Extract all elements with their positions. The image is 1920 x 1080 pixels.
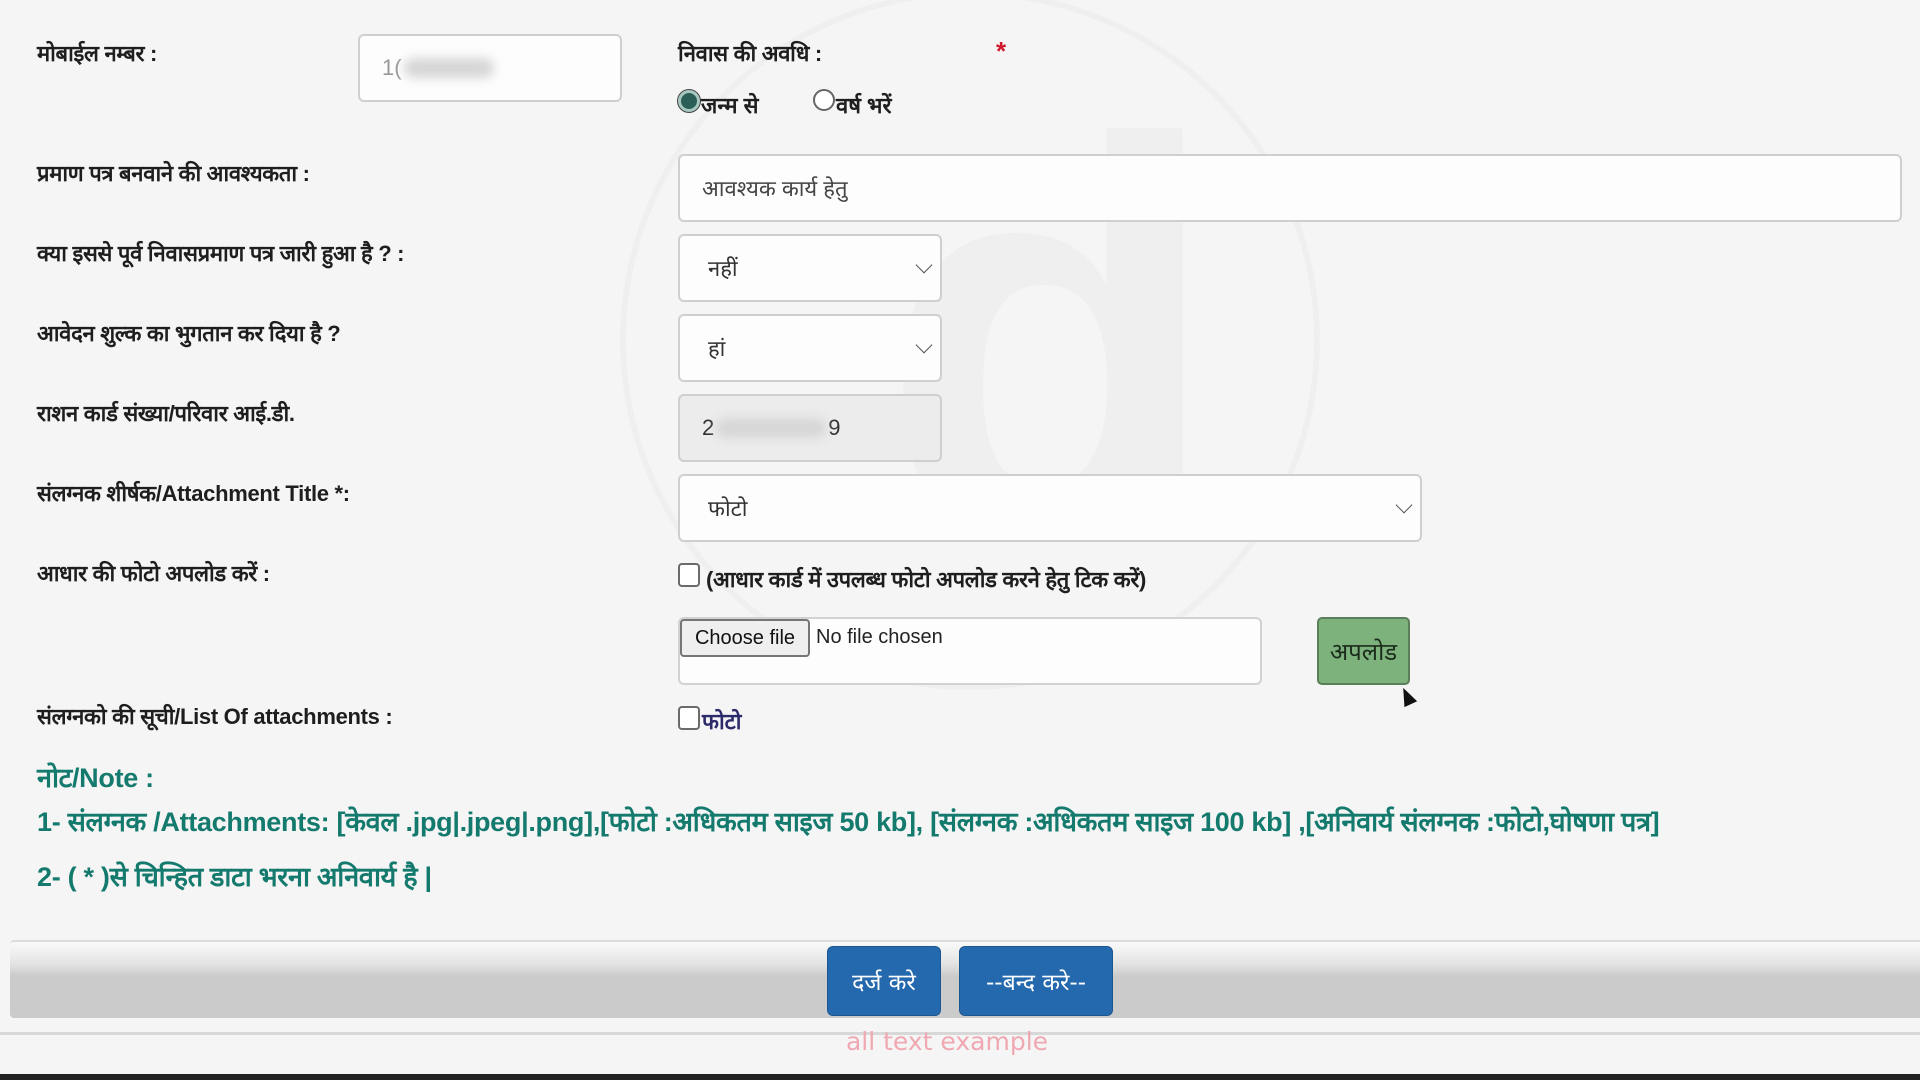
attachment-title-select[interactable]: फोटो — [678, 474, 1422, 542]
note-heading: नोट/Note : — [37, 763, 154, 793]
aadhaar-photo-checkbox[interactable] — [678, 563, 700, 587]
attachment-title-label: संलग्नक शीर्षक/Attachment Title *: — [37, 481, 350, 506]
mouse-cursor-icon — [1396, 684, 1418, 708]
residence-period-label: निवास की अवधि : — [678, 41, 822, 66]
aadhaar-photo-checkbox-label: (आधार कार्ड में उपलब्ध फोटो अपलोड करने ह… — [706, 567, 1147, 592]
upload-button[interactable]: अपलोड — [1317, 617, 1410, 685]
attachment-title-value: फोटो — [708, 496, 748, 521]
certificate-need-value: आवश्यक कार्य हेतु — [702, 176, 848, 201]
example-text: all text example — [845, 1027, 1049, 1056]
file-status: No file chosen — [816, 626, 943, 648]
redacted-value — [716, 418, 827, 438]
ration-card-value-start: 2 — [702, 415, 715, 440]
bottom-edge — [0, 1074, 1920, 1080]
certificate-need-label: प्रमाण पत्र बनवाने की आवश्यकता : — [37, 161, 310, 186]
certificate-need-input[interactable]: आवश्यक कार्य हेतु — [678, 154, 1902, 222]
chevron-down-icon — [915, 336, 933, 354]
previous-certificate-label: क्या इससे पूर्व निवासप्रमाण पत्र जारी हु… — [37, 241, 405, 266]
radio-since-birth-label: जन्म से — [701, 93, 759, 118]
chevron-down-icon — [1395, 496, 1413, 514]
ration-card-label: राशन कार्ड संख्या/परिवार आई.डी. — [37, 401, 295, 426]
close-button[interactable]: --बन्द करे-- — [959, 946, 1113, 1016]
radio-enter-years-label: वर्ष भरें — [836, 93, 892, 118]
attachments-list-label: संलग्नको की सूची/List Of attachments : — [37, 704, 393, 729]
mobile-input[interactable]: 1( — [358, 34, 622, 102]
mobile-value-prefix: 1( — [382, 55, 402, 80]
attachment-item-checkbox[interactable] — [678, 706, 700, 730]
note-line-2: 2- ( * )से चिन्हित डाटा भरना अनिवार्य है… — [37, 862, 432, 892]
ration-card-value-end: 9 — [828, 415, 841, 440]
fee-paid-label: आवेदन शुल्क का भुगतान कर दिया है ? — [37, 321, 341, 346]
redacted-value — [403, 58, 494, 78]
ration-card-input[interactable]: 29 — [678, 394, 942, 462]
radio-enter-years[interactable] — [813, 89, 835, 111]
chevron-down-icon — [915, 256, 933, 274]
attachment-item-link[interactable]: फोटो — [702, 706, 741, 736]
previous-certificate-select[interactable]: नहीं — [678, 234, 942, 302]
fee-paid-value: हां — [708, 336, 726, 361]
file-input[interactable]: Choose file No file chosen — [678, 617, 1262, 685]
note-line-1: 1- संलग्नक /Attachments: [केवल .jpg|.jpe… — [37, 807, 1660, 837]
submit-button[interactable]: दर्ज करे — [827, 946, 941, 1016]
mobile-label: मोबाईल नम्बर : — [37, 41, 158, 66]
aadhaar-photo-label: आधार की फोटो अपलोड करें : — [37, 561, 270, 586]
radio-since-birth[interactable] — [678, 90, 700, 112]
previous-certificate-value: नहीं — [708, 256, 738, 281]
choose-file-button[interactable]: Choose file — [680, 619, 810, 657]
required-marker: * — [996, 36, 1007, 66]
fee-paid-select[interactable]: हां — [678, 314, 942, 382]
